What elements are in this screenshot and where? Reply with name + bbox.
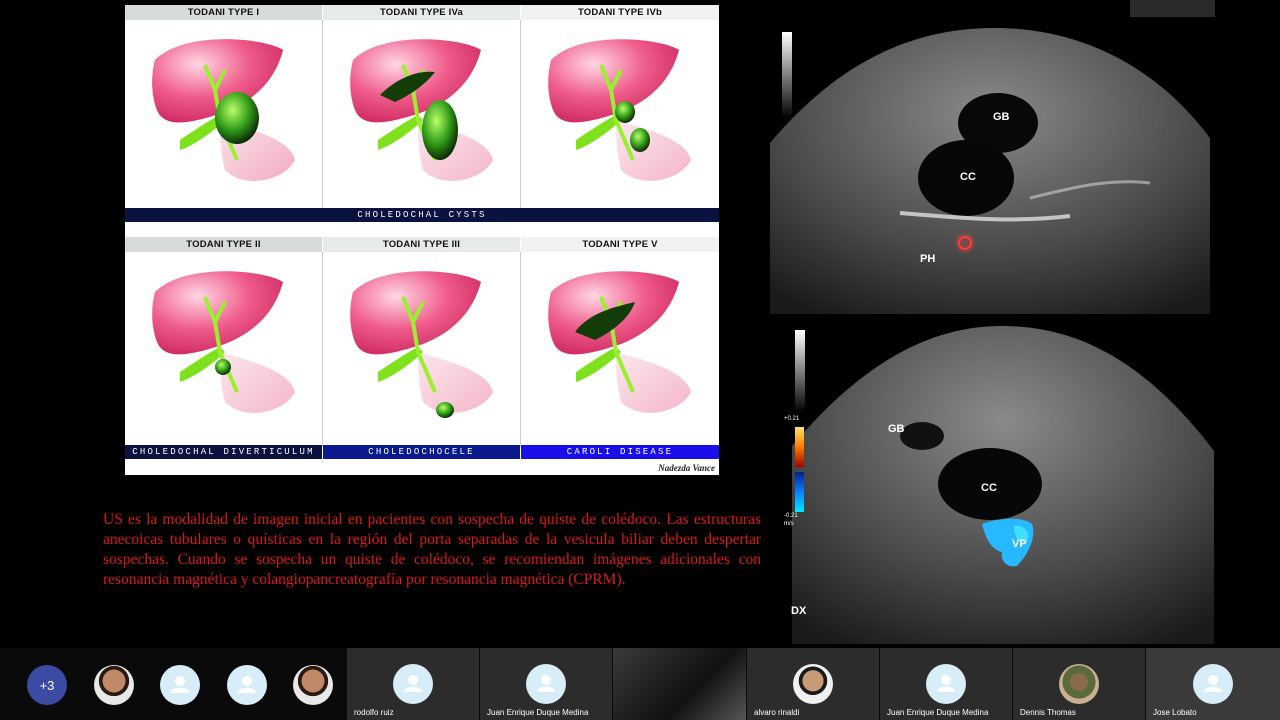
- participant-name: Dennis Thomas: [1020, 708, 1076, 717]
- user-icon: [1193, 664, 1233, 704]
- label-dx: DX: [791, 605, 807, 617]
- user-icon: [393, 664, 433, 704]
- scale-max: +0.21: [784, 416, 800, 422]
- choledochal-cyst-figure: TODANI TYPE I TODANI TYPE IVa TODANI TYP…: [125, 5, 719, 475]
- participant-name: Jose Lobato: [1153, 708, 1197, 717]
- ultrasound-bottom-image: [792, 326, 1214, 644]
- ultrasound-bottom: +0.21 -0.21 m/s GB CC VP DX: [782, 326, 1214, 644]
- panel-label-type-v: TODANI TYPE V: [521, 237, 719, 252]
- grayscale-bar: [795, 330, 805, 412]
- ultrasound-top: GB CC PH: [770, 28, 1210, 314]
- panel-label-type-ii: TODANI TYPE II: [125, 237, 322, 252]
- label-gb-bottom: GB: [888, 423, 905, 435]
- panel-label-type-iii: TODANI TYPE III: [323, 237, 520, 252]
- participant-name: Juan Enrique Duque Medina: [887, 708, 989, 717]
- label-cc-top: CC: [960, 171, 976, 183]
- user-icon: [926, 664, 966, 704]
- band-caroli-disease: CAROLI DISEASE: [521, 445, 719, 459]
- ultrasound-top-image: [770, 28, 1210, 314]
- participant-tile[interactable]: Juan Enrique Duque Medina: [880, 648, 1012, 720]
- participant-video-tile[interactable]: [613, 648, 746, 720]
- grayscale-bar: [782, 32, 792, 118]
- label-vp: VP: [1012, 538, 1027, 550]
- band-choledochal-cysts: CHOLEDOCHAL CYSTS: [125, 208, 719, 222]
- participant-name: rodolfo ruiz: [354, 708, 394, 717]
- label-gb-top: GB: [993, 111, 1010, 123]
- participant-name: alvaro rinaldi: [754, 708, 800, 717]
- top-row-illustrations: [150, 37, 693, 183]
- participant-avatar-photo[interactable]: [293, 665, 333, 705]
- velocity-scale-positive: [795, 427, 804, 467]
- figure-signature: Nadezda Vance: [658, 463, 715, 473]
- panel-label-type-iva: TODANI TYPE IVa: [323, 5, 520, 20]
- band-choledochocele: CHOLEDOCHOCELE: [323, 445, 520, 459]
- velocity-scale-negative: [795, 472, 804, 512]
- scale-unit: m/s: [784, 521, 794, 527]
- participant-tile[interactable]: Jose Lobato: [1146, 648, 1280, 720]
- panel-label-type-i: TODANI TYPE I: [125, 5, 322, 20]
- participant-avatar-default[interactable]: [160, 665, 200, 705]
- participant-avatar-default[interactable]: [227, 665, 267, 705]
- participant-name: Juan Enrique Duque Medina: [487, 708, 589, 717]
- control-tab[interactable]: [1130, 0, 1215, 17]
- bottom-row-illustrations: [150, 269, 693, 418]
- label-cc-bottom: CC: [981, 482, 997, 494]
- participant-avatar-photo[interactable]: [94, 665, 134, 705]
- participant-tile[interactable]: alvaro rinaldi: [747, 648, 879, 720]
- participant-tile[interactable]: Juan Enrique Duque Medina: [480, 648, 612, 720]
- band-choledochal-diverticulum: CHOLEDOCHAL DIVERTICULUM: [125, 445, 322, 459]
- scale-min: -0.21: [784, 513, 798, 519]
- participant-tile[interactable]: Dennis Thomas: [1013, 648, 1145, 720]
- panel-label-type-ivb: TODANI TYPE IVb: [521, 5, 719, 20]
- participants-bar: +3 rodolfo ruiz Juan Enrique Duque Medin…: [0, 648, 1280, 720]
- slide-caption: US es la modalidad de imagen inicial en …: [103, 511, 761, 588]
- label-ph: PH: [920, 253, 936, 265]
- participant-avatar-photo: [1059, 664, 1099, 704]
- more-participants-button[interactable]: +3: [27, 665, 67, 705]
- user-icon: [526, 664, 566, 704]
- participant-avatar-photo: [793, 664, 833, 704]
- participant-tile[interactable]: rodolfo ruiz: [347, 648, 479, 720]
